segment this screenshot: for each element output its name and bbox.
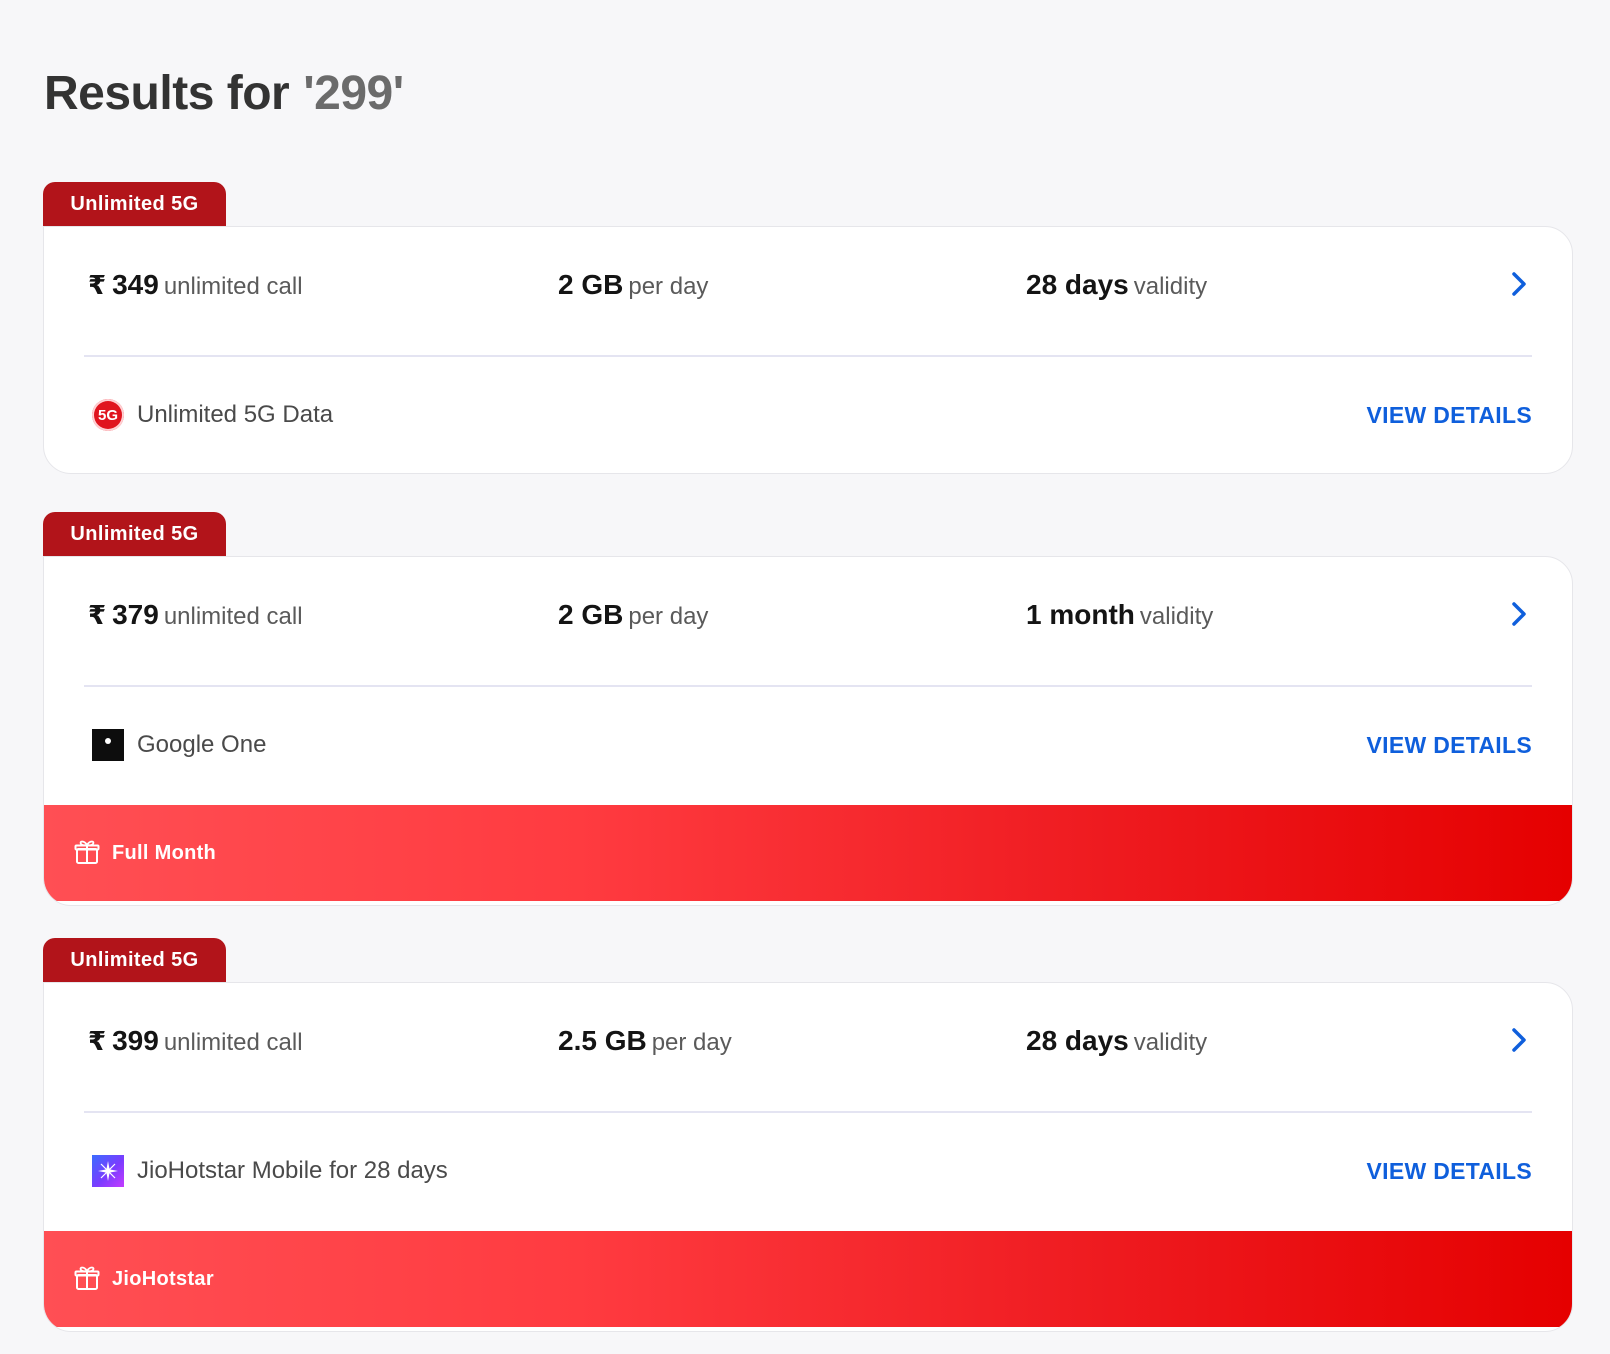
price-value: 379 bbox=[112, 599, 159, 630]
validity-suffix: validity bbox=[1139, 603, 1214, 630]
plan-card-body[interactable]: ₹379 unlimited call 2 GB per day 1 month va… bbox=[43, 556, 1573, 906]
view-details-link[interactable]: VIEW DETAILS bbox=[1367, 399, 1532, 431]
validity-value: 28 days bbox=[1026, 269, 1129, 300]
chevron-right-icon[interactable] bbox=[1504, 599, 1534, 629]
jiohotstar-icon bbox=[92, 1155, 124, 1187]
rupee-icon: ₹ bbox=[88, 1026, 107, 1056]
plan-data: 2.5 GB per day bbox=[558, 1025, 732, 1057]
validity-suffix: validity bbox=[1133, 1029, 1208, 1056]
view-details-link[interactable]: VIEW DETAILS bbox=[1367, 1155, 1532, 1187]
plan-validity: 28 days validity bbox=[1026, 1025, 1207, 1057]
rupee-icon: ₹ bbox=[88, 270, 107, 300]
plan-tag: Unlimited 5G bbox=[43, 512, 226, 560]
benefit-label: Google One bbox=[137, 731, 267, 758]
data-suffix: per day bbox=[628, 603, 709, 630]
chevron-right-icon[interactable] bbox=[1504, 1025, 1534, 1055]
plan-card-body[interactable]: ₹349 unlimited call 2 GB per day 28 days va… bbox=[43, 226, 1573, 474]
plan-summary-row: ₹349 unlimited call 2 GB per day 28 days va… bbox=[44, 227, 1572, 355]
plan-validity: 28 days validity bbox=[1026, 269, 1207, 301]
validity-suffix: validity bbox=[1133, 273, 1208, 300]
price-suffix: unlimited call bbox=[163, 603, 303, 630]
plan-price: ₹399 unlimited call bbox=[88, 1025, 303, 1057]
plan-price: ₹349 unlimited call bbox=[88, 269, 303, 301]
promo-label: Full Month bbox=[112, 842, 217, 864]
price-suffix: unlimited call bbox=[163, 1029, 303, 1056]
promo-strip: Full Month bbox=[44, 805, 1572, 901]
plan-data: 2 GB per day bbox=[558, 269, 708, 301]
google-one-icon bbox=[92, 729, 124, 761]
benefit-row: 5G Unlimited 5G Data VIEW DETAILS bbox=[44, 357, 1572, 473]
5g-icon: 5G bbox=[92, 399, 124, 431]
benefit-label: Unlimited 5G Data bbox=[137, 401, 334, 428]
data-value: 2.5 GB bbox=[558, 1025, 647, 1056]
rupee-icon: ₹ bbox=[88, 600, 107, 630]
price-suffix: unlimited call bbox=[163, 273, 303, 300]
data-value: 2 GB bbox=[558, 599, 624, 630]
benefit-row: JioHotstar Mobile for 28 days VIEW DETAI… bbox=[44, 1113, 1572, 1231]
plan-card-body[interactable]: ₹399 unlimited call 2.5 GB per day 28 days… bbox=[43, 982, 1573, 1332]
gift-icon bbox=[74, 1266, 100, 1290]
page-title: Results for '299' bbox=[44, 62, 404, 126]
promo-strip: JioHotstar bbox=[44, 1231, 1572, 1327]
validity-value: 1 month bbox=[1026, 599, 1135, 630]
benefit-label: JioHotstar Mobile for 28 days bbox=[137, 1157, 448, 1184]
promo-label: JioHotstar bbox=[112, 1268, 214, 1290]
data-suffix: per day bbox=[628, 273, 709, 300]
plan-summary-row: ₹379 unlimited call 2 GB per day 1 month va… bbox=[44, 557, 1572, 685]
plan-validity: 1 month validity bbox=[1026, 599, 1213, 631]
plan-summary-row: ₹399 unlimited call 2.5 GB per day 28 days… bbox=[44, 983, 1572, 1111]
price-value: 399 bbox=[112, 1025, 159, 1056]
view-details-link[interactable]: VIEW DETAILS bbox=[1367, 729, 1532, 761]
search-query: '299' bbox=[303, 67, 404, 120]
data-suffix: per day bbox=[651, 1029, 732, 1056]
plan-tag: Unlimited 5G bbox=[43, 938, 226, 986]
validity-value: 28 days bbox=[1026, 1025, 1129, 1056]
plan-price: ₹379 unlimited call bbox=[88, 599, 303, 631]
title-prefix: Results for bbox=[44, 67, 290, 120]
plan-data: 2 GB per day bbox=[558, 599, 708, 631]
plan-tag: Unlimited 5G bbox=[43, 182, 226, 230]
chevron-right-icon[interactable] bbox=[1504, 269, 1534, 299]
price-value: 349 bbox=[112, 269, 159, 300]
benefit-row: Google One VIEW DETAILS bbox=[44, 687, 1572, 805]
data-value: 2 GB bbox=[558, 269, 624, 300]
gift-icon bbox=[74, 840, 100, 864]
